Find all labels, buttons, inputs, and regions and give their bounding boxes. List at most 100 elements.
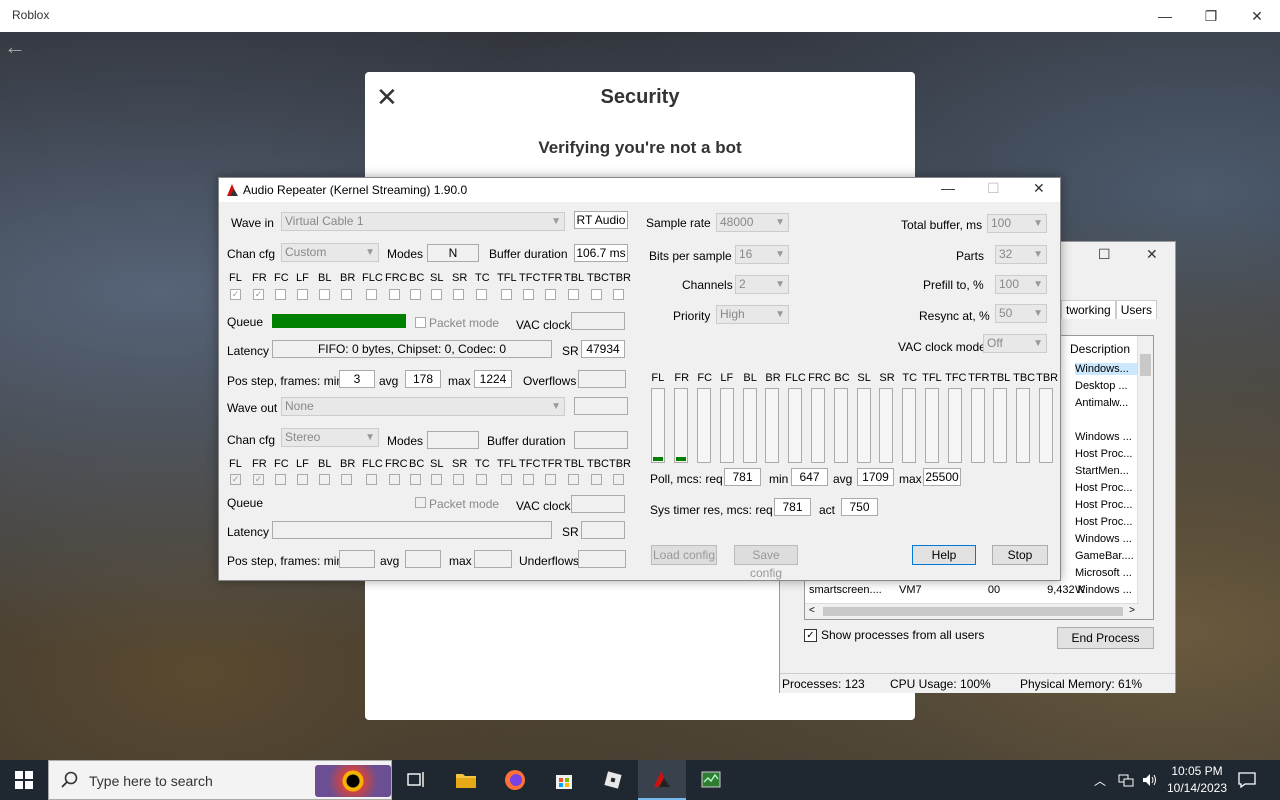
parts-select[interactable]: 32 ▼ <box>995 245 1047 264</box>
task-manager-taskbar-button[interactable] <box>687 760 735 800</box>
table-row[interactable]: smartscreen.... VM7 00 9,432 K <box>809 584 1139 596</box>
load-config-button[interactable]: Load config <box>651 545 717 565</box>
prefill-select[interactable]: 100 ▼ <box>995 275 1047 294</box>
scroll-left-icon[interactable]: < <box>809 605 815 616</box>
out-channel-checkbox-bl[interactable] <box>319 474 330 485</box>
in-channel-checkbox-frc[interactable] <box>389 289 401 300</box>
in-channel-checkbox-tfr[interactable] <box>545 289 557 300</box>
tab-networking[interactable]: tworking <box>1061 300 1116 319</box>
save-config-button[interactable]: Save config <box>734 545 798 580</box>
in-channel-checkbox-sr[interactable] <box>453 289 464 300</box>
priority-select[interactable]: High ▼ <box>716 305 789 324</box>
wave-in-select[interactable]: Virtual Cable 1 ▼ <box>281 212 565 231</box>
process-description[interactable]: StartMen... <box>1075 465 1145 477</box>
end-process-button[interactable]: End Process <box>1057 627 1154 649</box>
in-channel-checkbox-fc[interactable] <box>275 289 286 300</box>
firefox-button[interactable] <box>491 760 539 800</box>
process-description[interactable]: GameBar.... <box>1075 550 1145 562</box>
minimize-icon[interactable]: — <box>1142 0 1188 32</box>
taskmgr-close-icon[interactable]: ✕ <box>1146 246 1158 263</box>
out-channel-checkbox-sl[interactable] <box>431 474 442 485</box>
scroll-right-icon[interactable]: > <box>1129 605 1135 616</box>
process-description[interactable]: Host Proc... <box>1075 448 1145 460</box>
out-channel-checkbox-tc[interactable] <box>476 474 487 485</box>
stop-button[interactable]: Stop <box>992 545 1048 565</box>
in-channel-checkbox-fl[interactable]: ✓ <box>230 289 241 300</box>
vertical-scrollbar[interactable] <box>1137 336 1153 619</box>
in-channel-checkbox-tfc[interactable] <box>523 289 535 300</box>
vac-clock-mode-select[interactable]: Off ▼ <box>983 334 1047 353</box>
file-explorer-button[interactable] <box>442 760 490 800</box>
out-channel-checkbox-tbl[interactable] <box>568 474 580 485</box>
packet-mode-checkbox[interactable] <box>415 317 426 328</box>
rt-audio-button[interactable]: RT Audio <box>574 211 628 229</box>
show-all-processes-checkbox[interactable]: ✓ Show processes from all users <box>804 628 984 642</box>
packet-mode-out-checkbox[interactable] <box>415 497 426 508</box>
in-channel-checkbox-lf[interactable] <box>297 289 308 300</box>
in-channel-checkbox-bc[interactable] <box>410 289 421 300</box>
in-channel-checkbox-sl[interactable] <box>431 289 442 300</box>
out-channel-checkbox-frc[interactable] <box>389 474 401 485</box>
in-channel-checkbox-tfl[interactable] <box>501 289 513 300</box>
close-icon[interactable]: ✕ <box>1234 0 1280 32</box>
channels-select[interactable]: 2 ▼ <box>735 275 789 294</box>
in-channel-checkbox-tbc[interactable] <box>591 289 603 300</box>
restore-icon[interactable]: ❐ <box>1188 0 1234 32</box>
out-channel-checkbox-br[interactable] <box>341 474 352 485</box>
wave-out-select[interactable]: None ▼ <box>281 397 565 416</box>
task-view-button[interactable] <box>392 760 440 800</box>
clock[interactable]: 10:05 PM 10/14/2023 <box>1162 763 1232 797</box>
chan-cfg-in-select[interactable]: Custom ▼ <box>281 243 379 262</box>
out-channel-checkbox-fc[interactable] <box>275 474 286 485</box>
in-channel-checkbox-tbr[interactable] <box>613 289 625 300</box>
out-channel-checkbox-sr[interactable] <box>453 474 464 485</box>
in-channel-checkbox-fr[interactable]: ✓ <box>253 289 264 300</box>
total-buffer-select[interactable]: 100 ▼ <box>987 214 1047 233</box>
out-channel-checkbox-fr[interactable]: ✓ <box>253 474 264 485</box>
process-description[interactable]: Antimalw... <box>1075 397 1145 409</box>
sample-rate-select[interactable]: 48000 ▼ <box>716 213 789 232</box>
process-description[interactable]: Windows ... <box>1075 533 1145 545</box>
horizontal-scrollbar[interactable]: < > <box>805 603 1139 619</box>
out-channel-checkbox-tbr[interactable] <box>613 474 625 485</box>
out-channel-checkbox-lf[interactable] <box>297 474 308 485</box>
in-channel-checkbox-flc[interactable] <box>366 289 378 300</box>
volume-icon[interactable] <box>1142 760 1158 800</box>
in-channel-checkbox-tc[interactable] <box>476 289 487 300</box>
tab-users[interactable]: Users <box>1115 300 1158 319</box>
audio-repeater-taskbar-button[interactable] <box>638 760 686 800</box>
process-description[interactable]: Host Proc... <box>1075 499 1145 511</box>
start-button[interactable] <box>0 760 48 800</box>
resync-select[interactable]: 50 ▼ <box>995 304 1047 323</box>
out-channel-checkbox-bc[interactable] <box>410 474 421 485</box>
out-channel-checkbox-fl[interactable]: ✓ <box>230 474 241 485</box>
out-channel-checkbox-tbc[interactable] <box>591 474 603 485</box>
out-channel-checkbox-tfc[interactable] <box>523 474 535 485</box>
process-description[interactable]: Host Proc... <box>1075 516 1145 528</box>
description-column-header[interactable]: Description <box>1070 342 1130 356</box>
checkmark-icon[interactable]: ✓ <box>804 628 817 642</box>
in-channel-checkbox-tbl[interactable] <box>568 289 580 300</box>
taskmgr-maximize-icon[interactable]: ☐ <box>1098 246 1111 263</box>
chan-cfg-out-select[interactable]: Stereo ▼ <box>281 428 379 447</box>
process-description[interactable]: Windows... <box>1075 363 1145 375</box>
ar-close-icon[interactable]: ✕ <box>1033 180 1045 197</box>
notifications-button[interactable] <box>1238 760 1256 800</box>
out-channel-checkbox-tfr[interactable] <box>545 474 557 485</box>
process-description[interactable]: Desktop ... <box>1075 380 1145 392</box>
ar-minimize-icon[interactable]: — <box>941 180 955 196</box>
help-button[interactable]: Help <box>912 545 976 565</box>
out-channel-checkbox-flc[interactable] <box>366 474 378 485</box>
roblox-button[interactable] <box>589 760 637 800</box>
bits-per-sample-select[interactable]: 16 ▼ <box>735 245 789 264</box>
show-hidden-icons[interactable]: ︿ <box>1094 760 1106 800</box>
network-icon[interactable] <box>1118 760 1134 800</box>
process-description[interactable]: Windows ... <box>1075 431 1145 443</box>
taskbar-search[interactable]: Type here to search <box>48 760 392 800</box>
back-arrow-icon[interactable]: ← <box>4 34 26 60</box>
process-description[interactable]: Host Proc... <box>1075 482 1145 494</box>
in-channel-checkbox-br[interactable] <box>341 289 352 300</box>
out-channel-checkbox-tfl[interactable] <box>501 474 513 485</box>
in-channel-checkbox-bl[interactable] <box>319 289 330 300</box>
process-description[interactable]: Microsoft ... <box>1075 567 1145 579</box>
